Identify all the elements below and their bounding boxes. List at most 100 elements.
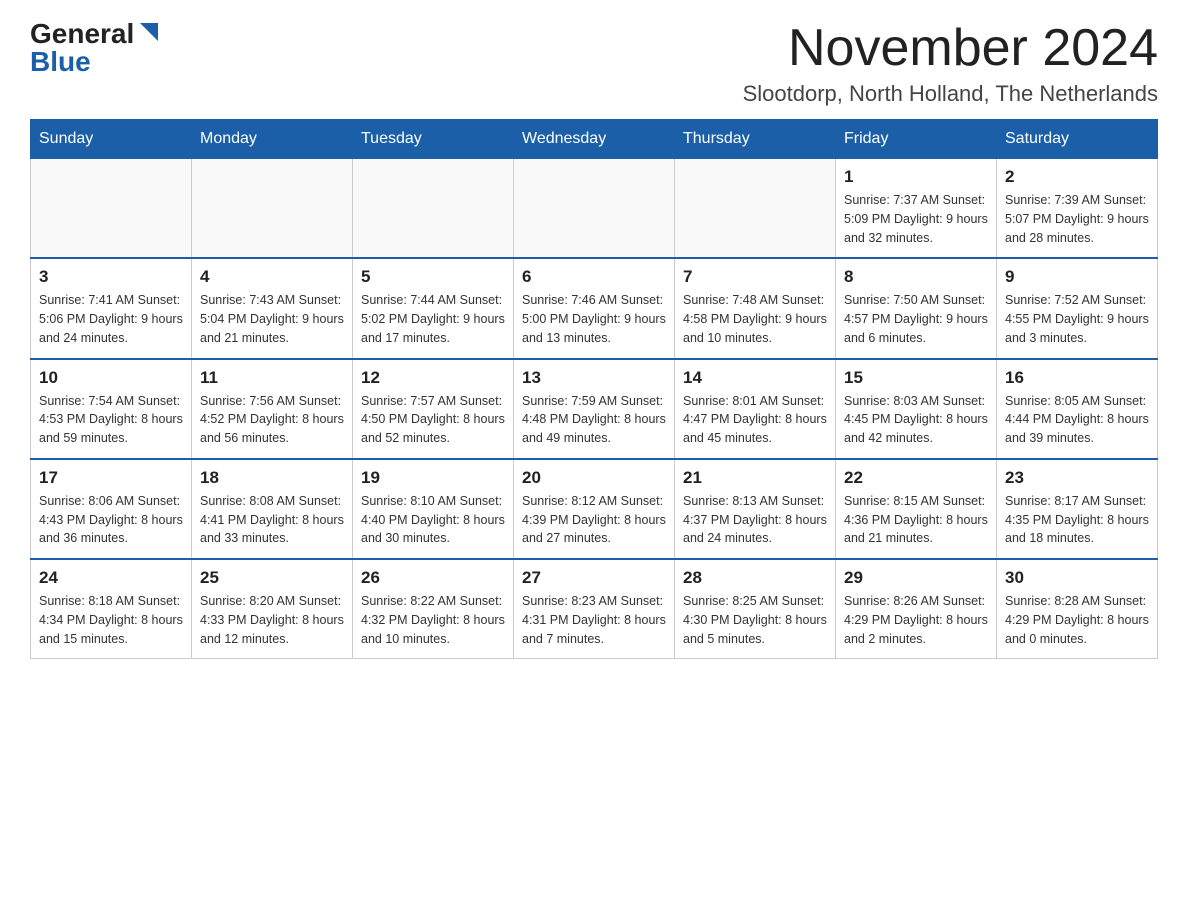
col-friday: Friday [836, 120, 997, 159]
day-info: Sunrise: 8:03 AM Sunset: 4:45 PM Dayligh… [844, 392, 988, 448]
day-number: 7 [683, 267, 827, 287]
calendar-cell: 20Sunrise: 8:12 AM Sunset: 4:39 PM Dayli… [514, 459, 675, 559]
calendar-cell: 25 Sunrise: 8:20 AM Sunset: 4:33 PM Dayli… [192, 559, 353, 659]
calendar-cell [192, 159, 353, 259]
calendar-cell: 8Sunrise: 7:50 AM Sunset: 4:57 PM Daylig… [836, 258, 997, 358]
calendar-cell: 2 Sunrise: 7:39 AM Sunset: 5:07 PM Daylig… [997, 159, 1158, 259]
calendar-cell: 28 Sunrise: 8:25 AM Sunset: 4:30 PM Dayli… [675, 559, 836, 659]
page-header: General Blue November 2024 Slootdorp, No… [30, 20, 1158, 107]
calendar-cell: 5 Sunrise: 7:44 AM Sunset: 5:02 PM Daylig… [353, 258, 514, 358]
logo-general-text: General [30, 20, 134, 48]
calendar-week-row: 3Sunrise: 7:41 AM Sunset: 5:06 PM Daylig… [31, 258, 1158, 358]
day-info: Sunrise: 8:13 AM Sunset: 4:37 PM Dayligh… [683, 492, 827, 548]
day-info: Sunrise: 8:18 AM Sunset: 4:34 PM Dayligh… [39, 592, 183, 648]
day-number: 24 [39, 568, 183, 588]
calendar-cell: 30 Sunrise: 8:28 AM Sunset: 4:29 PM Dayli… [997, 559, 1158, 659]
day-number: 28 [683, 568, 827, 588]
calendar-cell: 24 Sunrise: 8:18 AM Sunset: 4:34 PM Dayli… [31, 559, 192, 659]
day-info: Sunrise: 8:20 AM Sunset: 4:33 PM Dayligh… [200, 592, 344, 648]
day-info: Sunrise: 7:43 AM Sunset: 5:04 PM Dayligh… [200, 291, 344, 347]
day-info: Sunrise: 7:39 AM Sunset: 5:07 PM Dayligh… [1005, 191, 1149, 247]
title-block: November 2024 Slootdorp, North Holland, … [743, 20, 1158, 107]
day-info: Sunrise: 8:23 AM Sunset: 4:31 PM Dayligh… [522, 592, 666, 648]
day-number: 11 [200, 368, 344, 388]
day-number: 27 [522, 568, 666, 588]
calendar-cell: 6 Sunrise: 7:46 AM Sunset: 5:00 PM Daylig… [514, 258, 675, 358]
calendar-week-row: 1 Sunrise: 7:37 AM Sunset: 5:09 PM Daylig… [31, 159, 1158, 259]
day-info: Sunrise: 7:48 AM Sunset: 4:58 PM Dayligh… [683, 291, 827, 347]
calendar-week-row: 24 Sunrise: 8:18 AM Sunset: 4:34 PM Dayli… [31, 559, 1158, 659]
calendar-table: Sunday Monday Tuesday Wednesday Thursday… [30, 119, 1158, 659]
day-info: Sunrise: 8:17 AM Sunset: 4:35 PM Dayligh… [1005, 492, 1149, 548]
calendar-cell [514, 159, 675, 259]
day-number: 30 [1005, 568, 1149, 588]
day-info: Sunrise: 8:01 AM Sunset: 4:47 PM Dayligh… [683, 392, 827, 448]
calendar-cell: 13 Sunrise: 7:59 AM Sunset: 4:48 PM Dayli… [514, 359, 675, 459]
day-info: Sunrise: 7:44 AM Sunset: 5:02 PM Dayligh… [361, 291, 505, 347]
day-number: 23 [1005, 468, 1149, 488]
day-info: Sunrise: 8:26 AM Sunset: 4:29 PM Dayligh… [844, 592, 988, 648]
day-number: 2 [1005, 167, 1149, 187]
day-info: Sunrise: 8:08 AM Sunset: 4:41 PM Dayligh… [200, 492, 344, 548]
calendar-cell: 29 Sunrise: 8:26 AM Sunset: 4:29 PM Dayli… [836, 559, 997, 659]
calendar-cell: 1 Sunrise: 7:37 AM Sunset: 5:09 PM Daylig… [836, 159, 997, 259]
day-number: 14 [683, 368, 827, 388]
col-saturday: Saturday [997, 120, 1158, 159]
day-number: 1 [844, 167, 988, 187]
calendar-cell: 21 Sunrise: 8:13 AM Sunset: 4:37 PM Dayli… [675, 459, 836, 559]
page-subtitle: Slootdorp, North Holland, The Netherland… [743, 81, 1158, 107]
page-title: November 2024 [743, 20, 1158, 77]
calendar-cell: 14 Sunrise: 8:01 AM Sunset: 4:47 PM Dayli… [675, 359, 836, 459]
calendar-week-row: 17 Sunrise: 8:06 AM Sunset: 4:43 PM Dayli… [31, 459, 1158, 559]
calendar-cell: 16Sunrise: 8:05 AM Sunset: 4:44 PM Dayli… [997, 359, 1158, 459]
day-number: 17 [39, 468, 183, 488]
day-number: 19 [361, 468, 505, 488]
day-info: Sunrise: 8:10 AM Sunset: 4:40 PM Dayligh… [361, 492, 505, 548]
day-number: 9 [1005, 267, 1149, 287]
calendar-week-row: 10Sunrise: 7:54 AM Sunset: 4:53 PM Dayli… [31, 359, 1158, 459]
day-number: 12 [361, 368, 505, 388]
day-info: Sunrise: 7:54 AM Sunset: 4:53 PM Dayligh… [39, 392, 183, 448]
calendar-cell [31, 159, 192, 259]
col-tuesday: Tuesday [353, 120, 514, 159]
day-number: 25 [200, 568, 344, 588]
calendar-cell: 3Sunrise: 7:41 AM Sunset: 5:06 PM Daylig… [31, 258, 192, 358]
calendar-cell [353, 159, 514, 259]
calendar-header-row: Sunday Monday Tuesday Wednesday Thursday… [31, 120, 1158, 159]
calendar-cell: 12 Sunrise: 7:57 AM Sunset: 4:50 PM Dayli… [353, 359, 514, 459]
logo-blue-text: Blue [30, 46, 91, 77]
calendar-cell: 9 Sunrise: 7:52 AM Sunset: 4:55 PM Daylig… [997, 258, 1158, 358]
day-info: Sunrise: 8:28 AM Sunset: 4:29 PM Dayligh… [1005, 592, 1149, 648]
day-info: Sunrise: 7:56 AM Sunset: 4:52 PM Dayligh… [200, 392, 344, 448]
calendar-cell: 7 Sunrise: 7:48 AM Sunset: 4:58 PM Daylig… [675, 258, 836, 358]
calendar-cell: 4 Sunrise: 7:43 AM Sunset: 5:04 PM Daylig… [192, 258, 353, 358]
col-wednesday: Wednesday [514, 120, 675, 159]
day-number: 5 [361, 267, 505, 287]
day-number: 21 [683, 468, 827, 488]
day-info: Sunrise: 7:37 AM Sunset: 5:09 PM Dayligh… [844, 191, 988, 247]
day-number: 6 [522, 267, 666, 287]
day-info: Sunrise: 8:25 AM Sunset: 4:30 PM Dayligh… [683, 592, 827, 648]
calendar-cell: 22Sunrise: 8:15 AM Sunset: 4:36 PM Dayli… [836, 459, 997, 559]
calendar-cell: 17 Sunrise: 8:06 AM Sunset: 4:43 PM Dayli… [31, 459, 192, 559]
day-info: Sunrise: 8:06 AM Sunset: 4:43 PM Dayligh… [39, 492, 183, 548]
calendar-cell [675, 159, 836, 259]
calendar-cell: 10Sunrise: 7:54 AM Sunset: 4:53 PM Dayli… [31, 359, 192, 459]
day-number: 29 [844, 568, 988, 588]
day-number: 15 [844, 368, 988, 388]
day-info: Sunrise: 7:52 AM Sunset: 4:55 PM Dayligh… [1005, 291, 1149, 347]
day-info: Sunrise: 7:46 AM Sunset: 5:00 PM Dayligh… [522, 291, 666, 347]
day-number: 4 [200, 267, 344, 287]
calendar-cell: 23 Sunrise: 8:17 AM Sunset: 4:35 PM Dayli… [997, 459, 1158, 559]
day-number: 16 [1005, 368, 1149, 388]
day-info: Sunrise: 8:15 AM Sunset: 4:36 PM Dayligh… [844, 492, 988, 548]
day-info: Sunrise: 7:59 AM Sunset: 4:48 PM Dayligh… [522, 392, 666, 448]
day-info: Sunrise: 7:50 AM Sunset: 4:57 PM Dayligh… [844, 291, 988, 347]
day-info: Sunrise: 7:57 AM Sunset: 4:50 PM Dayligh… [361, 392, 505, 448]
logo: General Blue [30, 20, 160, 76]
logo-triangle-icon [138, 21, 160, 43]
day-number: 13 [522, 368, 666, 388]
calendar-cell: 19 Sunrise: 8:10 AM Sunset: 4:40 PM Dayli… [353, 459, 514, 559]
day-number: 18 [200, 468, 344, 488]
col-thursday: Thursday [675, 120, 836, 159]
